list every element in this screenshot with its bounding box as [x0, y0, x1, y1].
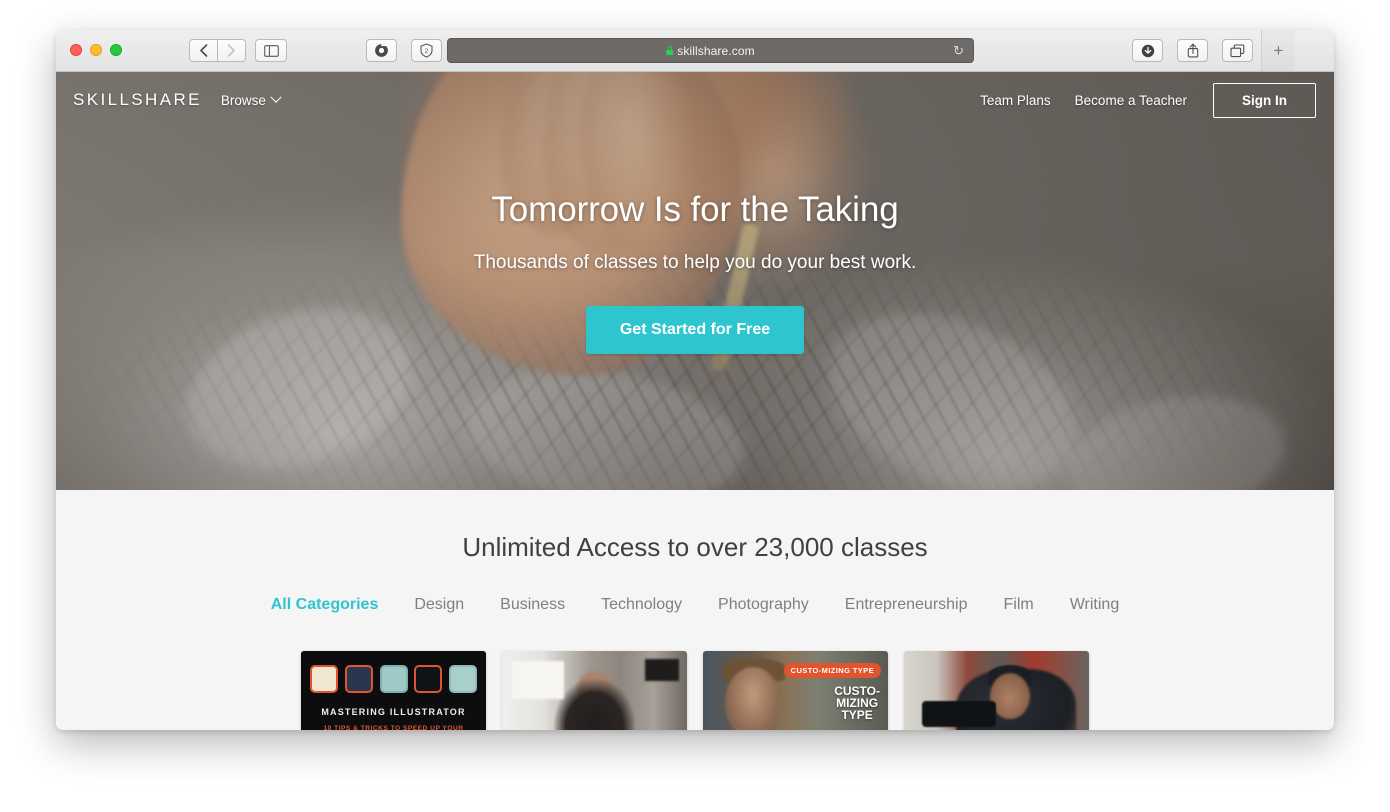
card-badge: CUSTO-MIZING TYPE	[783, 663, 881, 678]
catalog-heading: Unlimited Access to over 23,000 classes	[462, 532, 928, 562]
back-button[interactable]	[189, 39, 218, 62]
card-photo-window	[512, 661, 564, 699]
sidebar-toggle-button[interactable]	[255, 39, 287, 62]
card-photo-shadow	[645, 659, 679, 681]
share-button[interactable]	[1177, 39, 1208, 62]
site-header: SKILLSHARE Browse Team Plans Become a Te…	[56, 72, 1334, 128]
tab-entrepreneurship[interactable]: Entrepreneurship	[845, 596, 968, 614]
nav-link-team-plans[interactable]: Team Plans	[980, 93, 1051, 108]
card-photo-face	[725, 667, 781, 730]
header-nav-links: Team Plans Become a Teacher Sign In	[980, 82, 1316, 118]
card-photo-camera	[922, 701, 996, 727]
tab-overview-button[interactable]	[1222, 39, 1253, 62]
card-subtitle: 10 TIPS & TRICKS TO SPEED UP YOUR WORKFL…	[323, 725, 464, 730]
chevron-left-icon	[200, 44, 208, 57]
nav-link-become-a-teacher[interactable]: Become a Teacher	[1075, 93, 1187, 108]
illustrator-tool-icon	[379, 665, 408, 693]
class-card[interactable]	[502, 651, 687, 730]
hero-section: SKILLSHARE Browse Team Plans Become a Te…	[56, 72, 1334, 490]
chevron-right-icon	[227, 44, 235, 57]
forward-button[interactable]	[217, 39, 246, 62]
close-window-button[interactable]	[70, 44, 82, 56]
illustrator-tool-icon	[344, 665, 373, 693]
new-tab-button[interactable]: +	[1261, 30, 1295, 71]
skillshare-logo[interactable]: SKILLSHARE	[73, 90, 202, 110]
class-card[interactable]: MASTERING ILLUSTRATOR 10 TIPS & TRICKS T…	[301, 651, 486, 730]
downloads-button[interactable]	[1132, 39, 1163, 62]
category-tabs: All Categories Design Business Technolog…	[56, 596, 1334, 614]
browser-window: 2 skillshare.com ↻ + SKILLSHARE Browse T…	[56, 30, 1334, 730]
hero-headline: Tomorrow Is for the Taking	[491, 190, 899, 229]
tab-overview-icon	[1230, 43, 1245, 57]
sidebar-icon	[263, 44, 279, 57]
catalog-section: Unlimited Access to over 23,000 classes …	[56, 490, 1334, 730]
chevron-down-icon	[270, 91, 282, 103]
card-title: CUSTO- MIZING TYPE	[834, 684, 880, 722]
url-value: skillshare.com	[677, 43, 755, 58]
tab-technology[interactable]: Technology	[601, 596, 682, 614]
share-icon	[1187, 43, 1198, 58]
browser-toolbar: 2 skillshare.com ↻ +	[56, 30, 1334, 72]
get-started-button[interactable]: Get Started for Free	[585, 306, 805, 354]
download-icon	[1141, 44, 1154, 57]
class-card[interactable]	[904, 651, 1089, 730]
extension-icon	[375, 44, 388, 57]
hero-content: Tomorrow Is for the Taking Thousands of …	[56, 190, 1334, 354]
minimize-window-button[interactable]	[90, 44, 102, 56]
window-controls	[70, 44, 122, 56]
extension-button-2[interactable]: 2	[411, 39, 442, 62]
maximize-window-button[interactable]	[110, 44, 122, 56]
lock-icon	[666, 46, 674, 55]
page-viewport: SKILLSHARE Browse Team Plans Become a Te…	[56, 72, 1334, 730]
tab-film[interactable]: Film	[1004, 596, 1034, 614]
hero-subheadline: Thousands of classes to help you do your…	[473, 252, 917, 273]
address-bar[interactable]: skillshare.com ↻	[447, 38, 974, 63]
browse-label: Browse	[220, 92, 266, 108]
illustrator-tool-icon	[310, 665, 338, 693]
extension-button-1[interactable]	[366, 39, 397, 62]
card-photo-head	[990, 673, 1030, 719]
browse-menu[interactable]: Browse	[220, 91, 282, 108]
sign-in-button[interactable]: Sign In	[1213, 82, 1316, 118]
reload-button[interactable]: ↻	[953, 44, 964, 57]
svg-text:2: 2	[425, 48, 429, 55]
tab-photography[interactable]: Photography	[718, 596, 809, 614]
tab-writing[interactable]: Writing	[1070, 596, 1120, 614]
address-bar-text: skillshare.com	[666, 43, 755, 58]
tab-business[interactable]: Business	[500, 596, 565, 614]
shield-icon: 2	[420, 43, 433, 58]
class-card-list: MASTERING ILLUSTRATOR 10 TIPS & TRICKS T…	[56, 651, 1334, 730]
class-card[interactable]: CUSTO-MIZING TYPE CUSTO- MIZING TYPE	[703, 651, 888, 730]
illustrator-tool-icon	[414, 665, 443, 693]
tab-design[interactable]: Design	[414, 596, 464, 614]
card-title: MASTERING ILLUSTRATOR	[321, 707, 466, 717]
illustrator-tool-icon	[449, 665, 477, 693]
card-icon-row	[310, 665, 477, 693]
tab-all-categories[interactable]: All Categories	[271, 596, 379, 614]
